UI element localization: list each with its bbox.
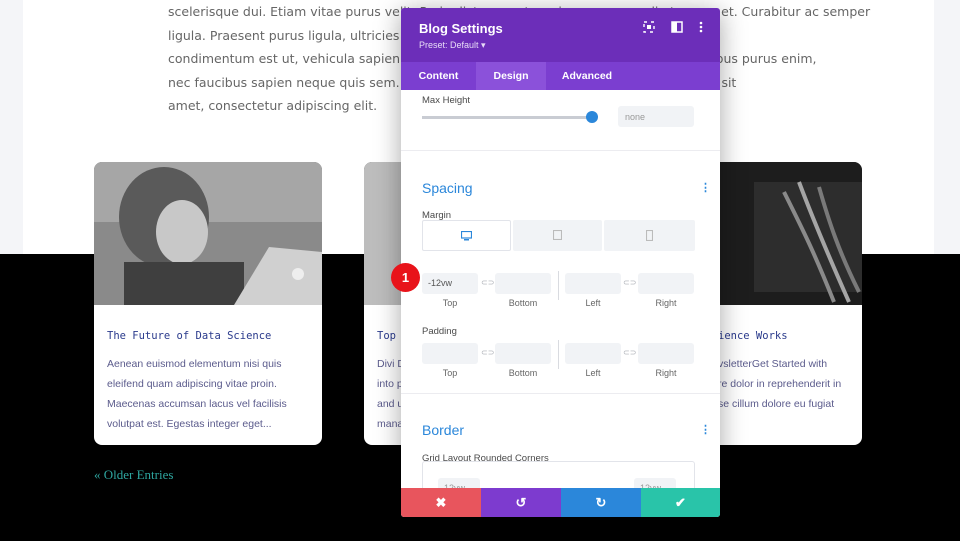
more-options-icon[interactable] <box>694 21 708 35</box>
padding-left-input[interactable] <box>565 343 621 364</box>
excerpt-line: volutpat est. Egestas integer eget... <box>107 418 272 430</box>
margin-left-input[interactable] <box>565 273 621 294</box>
excerpt-line: vsletterGet Started with <box>718 358 828 370</box>
discard-button[interactable]: ✖ <box>401 488 481 517</box>
excerpt-line: Maecenas accumsan lacus vel facilisis <box>107 398 287 410</box>
margin-right-label: Right <box>655 298 677 308</box>
older-entries-link[interactable]: « Older Entries <box>94 467 173 483</box>
padding-top-input[interactable] <box>422 343 478 364</box>
margin-top-label: Top <box>442 298 458 308</box>
excerpt-line: se cillum dolore eu fugiat <box>718 398 835 410</box>
border-section-title[interactable]: Border <box>422 422 464 438</box>
padding-label: Padding <box>422 326 457 337</box>
link-icon[interactable]: ⊂⊃ <box>481 348 494 357</box>
redo-button[interactable]: ↻ <box>561 488 641 517</box>
blog-card-title[interactable]: The Future of Data Science <box>107 330 271 342</box>
slider-handle[interactable] <box>586 111 598 123</box>
link-icon[interactable]: ⊂⊃ <box>481 278 494 287</box>
margin-bottom-label: Bottom <box>508 298 538 308</box>
rounded-corners-control[interactable]: 12vw 12vw <box>422 461 695 488</box>
phone-icon <box>645 229 654 241</box>
preset-dropdown[interactable]: Preset: Default ▾ <box>419 40 486 51</box>
link-icon[interactable]: ⊂⊃ <box>623 348 636 357</box>
padding-right-label: Right <box>655 368 677 378</box>
excerpt-line: re dolor in reprehenderit in <box>718 378 842 390</box>
spacing-options-icon[interactable]: ⋮ <box>700 181 711 194</box>
modal-title: Blog Settings <box>419 21 503 36</box>
max-height-input[interactable]: none <box>618 106 694 127</box>
blog-settings-modal: Blog Settings Preset: Default ▾ Content … <box>401 8 720 517</box>
padding-bottom-label: Bottom <box>508 368 538 378</box>
tablet-icon <box>552 230 563 241</box>
link-icon[interactable]: ⊂⊃ <box>623 278 636 287</box>
blog-card[interactable]: The Future of Data Science Aenean euismo… <box>94 162 322 445</box>
padding-right-input[interactable] <box>638 343 694 364</box>
modal-header[interactable]: Blog Settings Preset: Default ▾ <box>401 8 720 62</box>
padding-bottom-input[interactable] <box>495 343 551 364</box>
tablet-device-tab[interactable] <box>513 220 602 251</box>
spacing-section-title[interactable]: Spacing <box>422 180 473 196</box>
tab-content[interactable]: Content <box>401 62 476 90</box>
border-options-icon[interactable]: ⋮ <box>700 423 711 436</box>
margin-top-input[interactable]: -12vw <box>422 273 478 294</box>
modal-footer: ✖ ↺ ↻ ✔ <box>401 488 720 517</box>
blog-card-excerpt: Aenean euismod elementum nisi quis eleif… <box>107 354 307 434</box>
padding-top-label: Top <box>442 368 458 378</box>
tab-design[interactable]: Design <box>476 62 546 90</box>
tab-advanced[interactable]: Advanced <box>546 62 628 90</box>
padding-left-label: Left <box>585 368 601 378</box>
blog-card-title[interactable]: Top <box>377 330 396 342</box>
corner-input[interactable]: 12vw <box>634 478 676 488</box>
margin-bottom-input[interactable] <box>495 273 551 294</box>
blog-card-title[interactable]: ience Works <box>718 330 788 342</box>
separator <box>558 340 559 369</box>
expand-icon[interactable] <box>642 21 656 35</box>
corner-input[interactable]: 12vw <box>438 478 480 488</box>
margin-right-input[interactable] <box>638 273 694 294</box>
split-view-icon[interactable] <box>670 21 684 35</box>
margin-left-label: Left <box>585 298 601 308</box>
phone-device-tab[interactable] <box>604 220 695 251</box>
save-button[interactable]: ✔ <box>641 488 720 517</box>
modal-tabs: Content Design Advanced <box>401 62 720 90</box>
excerpt-line: eleifend quam adipiscing vitae proin. <box>107 378 277 390</box>
desktop-icon <box>460 231 473 241</box>
section-divider <box>401 393 720 394</box>
blog-card-image[interactable] <box>94 162 322 305</box>
excerpt-line: Aenean euismod elementum nisi quis <box>107 358 282 370</box>
annotation-badge: 1 <box>391 263 420 292</box>
max-height-slider[interactable] <box>422 116 592 119</box>
undo-button[interactable]: ↺ <box>481 488 561 517</box>
desktop-device-tab[interactable] <box>422 220 511 251</box>
section-divider <box>401 150 720 151</box>
separator <box>558 271 559 300</box>
blog-card-excerpt: vsletterGet Started with re dolor in rep… <box>718 354 862 414</box>
slider-fill <box>422 116 592 119</box>
modal-body: Max Height none Spacing ⋮ Margin -12vw ⊂… <box>401 90 720 488</box>
max-height-label: Max Height <box>422 95 471 106</box>
